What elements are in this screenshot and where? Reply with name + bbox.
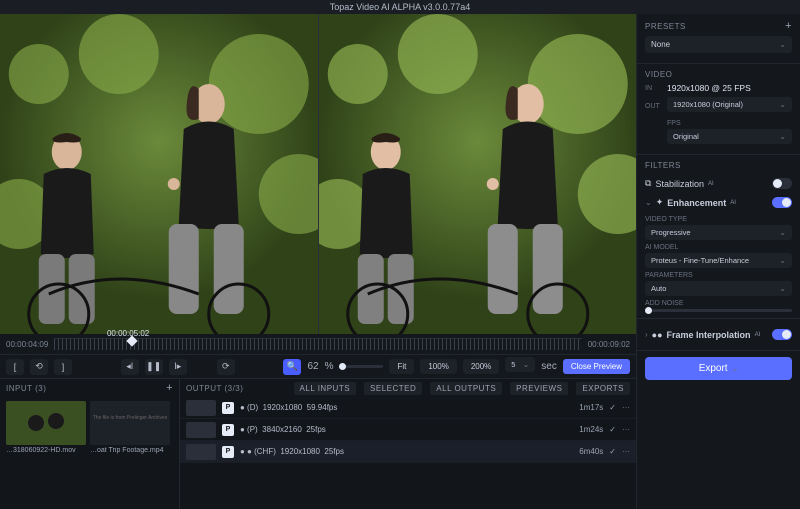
- tab-exports[interactable]: Exports: [576, 382, 630, 395]
- output-rows: P ● (D) 1920x1080 59.94fps 1m17s ✓ ⋯ P ●…: [180, 397, 636, 509]
- output-badge: P: [222, 424, 234, 436]
- output-row[interactable]: P ● (D) 1920x1080 59.94fps 1m17s ✓ ⋯: [180, 397, 636, 419]
- fps-select[interactable]: Original⌄: [667, 129, 792, 144]
- input-filename: …oat Trip Footage.mp4: [90, 447, 170, 454]
- row-menu-button[interactable]: ⋯: [622, 447, 630, 456]
- close-preview-button[interactable]: Close Preview: [563, 359, 630, 374]
- video-section: VIDEO IN 1920x1080 @ 25 FPS OUT 1920x108…: [637, 64, 800, 155]
- tab-all-inputs[interactable]: All Inputs: [294, 382, 357, 395]
- filter-stabilization: ⧉StabilizationAI: [645, 174, 792, 193]
- add-preset-button[interactable]: +: [785, 20, 792, 32]
- next-frame-button[interactable]: I▸: [169, 359, 187, 375]
- output-header: OUTPUT (3/3): [186, 384, 243, 393]
- input-panel: INPUT (3) + …318060922-HD.mov The file i…: [0, 379, 180, 509]
- step-unit: sec: [541, 361, 557, 372]
- check-icon: ✓: [609, 403, 616, 412]
- prev-frame-button[interactable]: ◂I: [121, 359, 139, 375]
- ai-model-select[interactable]: Proteus - Fine-Tune/Enhance⌄: [645, 253, 792, 268]
- output-row[interactable]: P ● ● (CHF) 1920x1080 25fps 6m40s ✓ ⋯: [180, 441, 636, 463]
- mark-out-button[interactable]: ]: [54, 359, 72, 375]
- tab-selected[interactable]: Selected: [364, 382, 422, 395]
- presets-title: PRESETS: [645, 22, 686, 31]
- preview-left[interactable]: [0, 14, 318, 334]
- output-duration: 1m24s: [579, 425, 603, 434]
- presets-section: PRESETS + None⌄: [637, 14, 800, 64]
- input-header: INPUT (3): [6, 384, 46, 393]
- output-badge: P: [222, 446, 234, 458]
- frames-icon: ●●: [652, 330, 663, 340]
- zoom-pct: %: [325, 361, 334, 372]
- stabilization-toggle[interactable]: [772, 178, 792, 189]
- stabilization-icon: ⧉: [645, 178, 651, 189]
- mark-in-button[interactable]: [: [6, 359, 24, 375]
- output-panel: OUTPUT (3/3) All Inputs Selected All Out…: [180, 379, 636, 509]
- zoom-200-button[interactable]: 200%: [463, 359, 499, 374]
- zoom-fit-button[interactable]: Fit: [389, 359, 414, 374]
- app-title: Topaz Video AI ALPHA v3.0.0.77a4: [330, 2, 470, 12]
- input-filename: …318060922-HD.mov: [6, 447, 86, 454]
- filters-section: FILTERS ⧉StabilizationAI ⌄✦EnhancementAI…: [637, 155, 800, 319]
- chevron-down-icon: ⌄: [732, 364, 739, 373]
- timeline[interactable]: 00:00:04:09 00:00:05:02 00:00:09:02: [0, 334, 636, 354]
- in-label: IN: [645, 85, 663, 92]
- play-pause-button[interactable]: ❚❚: [145, 359, 163, 375]
- export-button[interactable]: Export⌄: [645, 357, 792, 380]
- zoom-tool-button[interactable]: 🔍: [283, 359, 301, 375]
- output-thumb: [186, 422, 216, 438]
- input-thumb[interactable]: The file is from Prelinger Archives …oat…: [90, 401, 170, 505]
- add-noise-slider[interactable]: [645, 309, 792, 312]
- time-end: 00:00:09:02: [588, 340, 630, 349]
- chevron-right-icon[interactable]: ›: [645, 330, 648, 339]
- video-in-value: 1920x1080 @ 25 FPS: [667, 83, 751, 93]
- add-input-button[interactable]: +: [166, 382, 173, 394]
- preset-select[interactable]: None⌄: [645, 36, 792, 53]
- parameters-select[interactable]: Auto⌄: [645, 281, 792, 296]
- row-menu-button[interactable]: ⋯: [622, 425, 630, 434]
- playback-controls: [ ⟲ ] ◂I ❚❚ I▸ ⟳ 🔍 62 % Fit 100% 200% 5⌄…: [0, 354, 636, 378]
- add-noise-label: ADD NOISE: [645, 300, 792, 307]
- video-type-label: VIDEO TYPE: [645, 216, 792, 223]
- frame-interp-toggle[interactable]: [772, 329, 792, 340]
- enhancement-toggle[interactable]: [772, 197, 792, 208]
- tab-previews[interactable]: Previews: [510, 382, 568, 395]
- tab-all-outputs[interactable]: All Outputs: [430, 382, 502, 395]
- sidebar: PRESETS + None⌄ VIDEO IN 1920x1080 @ 25 F…: [636, 14, 800, 509]
- preview-area: [0, 14, 636, 334]
- output-badge: P: [222, 402, 234, 414]
- ai-model-label: AI MODEL: [645, 244, 792, 251]
- chevron-down-icon[interactable]: ⌄: [645, 198, 652, 207]
- svg-text:The file is from Prelinger Arc: The file is from Prelinger Archives: [93, 415, 168, 421]
- preview-right[interactable]: [319, 14, 637, 334]
- output-duration: 1m17s: [579, 403, 603, 412]
- frame-interp-section: ›●●Frame InterpolationAI: [637, 319, 800, 351]
- output-row[interactable]: P ● (P) 3840x2160 25fps 1m24s ✓ ⋯: [180, 419, 636, 441]
- sparkle-icon: ✦: [656, 197, 664, 208]
- output-thumb: [186, 444, 216, 460]
- row-menu-button[interactable]: ⋯: [622, 403, 630, 412]
- video-type-select[interactable]: Progressive⌄: [645, 225, 792, 240]
- output-thumb: [186, 400, 216, 416]
- time-current: 00:00:04:09: [6, 340, 48, 349]
- check-icon: ✓: [609, 447, 616, 456]
- filter-enhancement: ⌄✦EnhancementAI: [645, 193, 792, 212]
- input-thumb[interactable]: …318060922-HD.mov: [6, 401, 86, 505]
- output-duration: 6m40s: [579, 447, 603, 456]
- playhead-time: 00:00:05:02: [107, 329, 149, 338]
- zoom-slider[interactable]: [339, 365, 383, 368]
- check-icon: ✓: [609, 425, 616, 434]
- titlebar: Topaz Video AI ALPHA v3.0.0.77a4: [0, 0, 800, 14]
- video-out-select[interactable]: 1920x1080 (Original)⌄: [667, 97, 792, 112]
- filters-title: FILTERS: [645, 161, 681, 170]
- zoom-value: 62: [307, 361, 318, 372]
- timeline-ruler[interactable]: 00:00:05:02: [54, 338, 581, 350]
- fps-label: FPS: [667, 120, 792, 127]
- out-label: OUT: [645, 103, 663, 110]
- step-select[interactable]: 5⌄: [505, 357, 535, 372]
- loop-button[interactable]: ⟲: [30, 359, 48, 375]
- video-title: VIDEO: [645, 70, 672, 79]
- parameters-label: PARAMETERS: [645, 272, 792, 279]
- refresh-button[interactable]: ⟳: [217, 359, 235, 375]
- zoom-100-button[interactable]: 100%: [420, 359, 456, 374]
